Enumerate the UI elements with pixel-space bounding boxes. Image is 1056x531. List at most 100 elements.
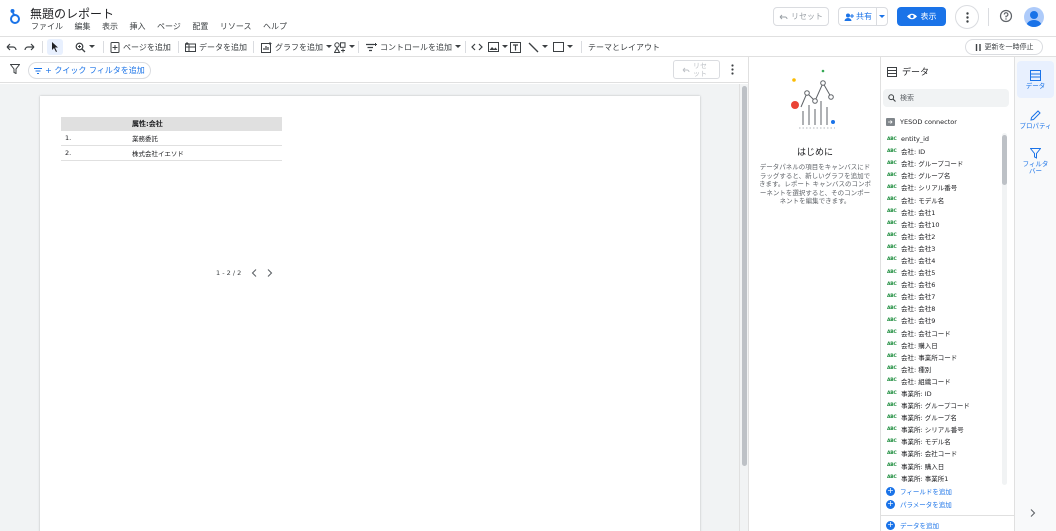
menu-help[interactable]: ヘルプ — [263, 21, 287, 32]
text-type-icon: ABC — [887, 184, 897, 190]
field-item[interactable]: ABC 会社: ID — [887, 145, 1005, 157]
menu-file[interactable]: ファイル — [31, 21, 63, 32]
field-item[interactable]: ABC 事業所: シリアル番号 — [887, 423, 1005, 435]
field-item[interactable]: ABC 会社: シリアル番号 — [887, 181, 1005, 193]
field-item[interactable]: ABC 事業所: モデル名 — [887, 435, 1005, 447]
field-item[interactable]: ABC 会社: 購入日 — [887, 339, 1005, 351]
add-chart-dropdown-icon — [326, 45, 332, 48]
field-item[interactable]: ABC 会社: 会社10 — [887, 218, 1005, 230]
field-item[interactable]: ABC 事業所: ID — [887, 387, 1005, 399]
field-item[interactable]: ABC 事業所: 事業所1 — [887, 472, 1005, 484]
embed-code-icon[interactable] — [471, 39, 483, 55]
pause-updates-button[interactable]: 更新を一時停止 — [965, 39, 1043, 55]
text-type-icon: ABC — [887, 221, 897, 227]
reset-button[interactable]: リセット — [773, 7, 829, 26]
add-page-button[interactable]: ページを追加 — [110, 39, 171, 55]
chevron-left-icon[interactable] — [251, 269, 257, 277]
table-header[interactable]: 属性:会社 — [61, 117, 282, 131]
field-item[interactable]: ABC 会社: 組織コード — [887, 375, 1005, 387]
add-parameter-button[interactable]: + パラメータを追加 — [886, 499, 952, 509]
text-type-icon: ABC — [887, 438, 897, 444]
text-type-icon: ABC — [887, 197, 897, 203]
field-item[interactable]: ABC 会社: 会社5 — [887, 266, 1005, 278]
text-type-icon: ABC — [887, 426, 897, 432]
field-item[interactable]: ABC 事業所: 会社コード — [887, 447, 1005, 459]
help-icon[interactable] — [999, 9, 1013, 23]
add-control-button[interactable]: コントロールを追加 — [366, 39, 461, 55]
report-page[interactable]: 属性:会社 1. 業務委託 2. 株式会社イエソド 1 - 2 / 2 — [40, 96, 700, 531]
add-chart-button[interactable]: グラフを追加 — [261, 39, 332, 55]
zoom-icon[interactable] — [75, 39, 95, 55]
chevron-right-icon[interactable] — [267, 269, 273, 277]
undo-icon[interactable] — [6, 39, 17, 55]
data-panel-header: データ — [887, 65, 929, 78]
add-data-label: データを追加 — [199, 42, 247, 52]
theme-layout-button[interactable]: テーマとレイアウト — [588, 39, 660, 55]
text-type-icon: ABC — [887, 463, 897, 469]
field-item[interactable]: ABC 事業所: 購入日 — [887, 460, 1005, 472]
text-type-icon: ABC — [887, 233, 897, 239]
field-item[interactable]: ABC 会社: 会社2 — [887, 230, 1005, 242]
field-item[interactable]: ABC 事業所: グループ名 — [887, 411, 1005, 423]
report-canvas[interactable]: 属性:会社 1. 業務委託 2. 株式会社イエソド 1 - 2 / 2 — [0, 84, 739, 531]
menu-edit[interactable]: 編集 — [75, 21, 91, 32]
text-box-icon[interactable] — [510, 39, 521, 55]
add-control-dropdown-icon — [455, 45, 461, 48]
field-item[interactable]: ABC 会社: 会社9 — [887, 314, 1005, 326]
view-button[interactable]: 表示 — [897, 7, 946, 26]
field-item[interactable]: ABC 事業所: グループコード — [887, 399, 1005, 411]
field-item[interactable]: ABC 会社: 事業所コード — [887, 351, 1005, 363]
field-search-input[interactable]: 検索 — [883, 89, 1009, 107]
filter-reset-button[interactable]: リセット — [673, 60, 720, 79]
add-field-button[interactable]: + フィールドを追加 — [886, 486, 952, 496]
data-table[interactable]: 属性:会社 1. 業務委託 2. 株式会社イエソド — [61, 117, 282, 161]
field-item[interactable]: ABC 会社: 会社3 — [887, 242, 1005, 254]
field-item[interactable]: ABC 会社: 会社コード — [887, 327, 1005, 339]
menu-arrange[interactable]: 配置 — [192, 21, 208, 32]
add-quick-filter-button[interactable]: + クイック フィルタを追加 — [28, 62, 151, 79]
data-source-item[interactable]: YESOD connector — [886, 118, 957, 126]
field-item[interactable]: ABC 会社: 会社6 — [887, 278, 1005, 290]
filter-icon[interactable] — [10, 64, 20, 74]
field-item[interactable]: ABC 会社: グループ名 — [887, 169, 1005, 181]
menu-insert[interactable]: 挿入 — [130, 21, 146, 32]
field-item[interactable]: ABC 会社: 会社1 — [887, 206, 1005, 218]
table-header-label[interactable]: 属性:会社 — [132, 119, 282, 129]
image-button[interactable] — [488, 39, 508, 55]
field-item[interactable]: ABC entity_id — [887, 133, 1005, 145]
field-item[interactable]: ABC 会社: グループコード — [887, 157, 1005, 169]
menu-page[interactable]: ページ — [157, 21, 181, 32]
redo-icon[interactable] — [24, 39, 35, 55]
add-parameter-label: パラメータを追加 — [900, 501, 952, 509]
shape-button[interactable] — [553, 39, 573, 55]
select-cursor-icon[interactable] — [47, 39, 63, 55]
scrollbar-thumb[interactable] — [1002, 135, 1007, 185]
looker-studio-logo[interactable] — [9, 8, 21, 24]
field-item[interactable]: ABC 会社: 会社7 — [887, 290, 1005, 302]
add-field-label: フィールドを追加 — [900, 488, 952, 496]
more-vert-icon[interactable] — [731, 64, 734, 75]
add-component-button[interactable] — [334, 39, 355, 55]
tab-filter-bar[interactable]: フィルタバー — [1017, 141, 1054, 181]
add-data-button[interactable]: データを追加 — [185, 39, 247, 55]
field-item[interactable]: ABC 会社: 会社4 — [887, 254, 1005, 266]
canvas-scrollbar[interactable] — [739, 84, 748, 531]
field-item[interactable]: ABC 会社: 会社8 — [887, 302, 1005, 314]
field-item[interactable]: ABC 会社: 種別 — [887, 363, 1005, 375]
tab-data[interactable]: データ — [1017, 61, 1054, 98]
field-item[interactable]: ABC 会社: モデル名 — [887, 193, 1005, 205]
add-data-link[interactable]: + データを追加 — [886, 520, 939, 530]
tab-properties[interactable]: プロパティ — [1017, 101, 1054, 138]
share-dropdown-arrow[interactable] — [875, 8, 888, 25]
shape-dropdown-icon — [567, 45, 573, 48]
menu-resource[interactable]: リソース — [220, 21, 252, 32]
scrollbar-thumb[interactable] — [742, 86, 747, 466]
more-options-button[interactable] — [955, 5, 979, 29]
user-avatar[interactable] — [1024, 7, 1044, 27]
menu-view[interactable]: 表示 — [102, 21, 118, 32]
chevron-right-icon[interactable] — [1030, 509, 1036, 517]
share-button[interactable]: 共有 — [838, 7, 888, 26]
field-list-scrollbar[interactable] — [1002, 133, 1007, 485]
line-button[interactable] — [528, 39, 548, 55]
report-title[interactable]: 無題のレポート — [30, 5, 114, 22]
